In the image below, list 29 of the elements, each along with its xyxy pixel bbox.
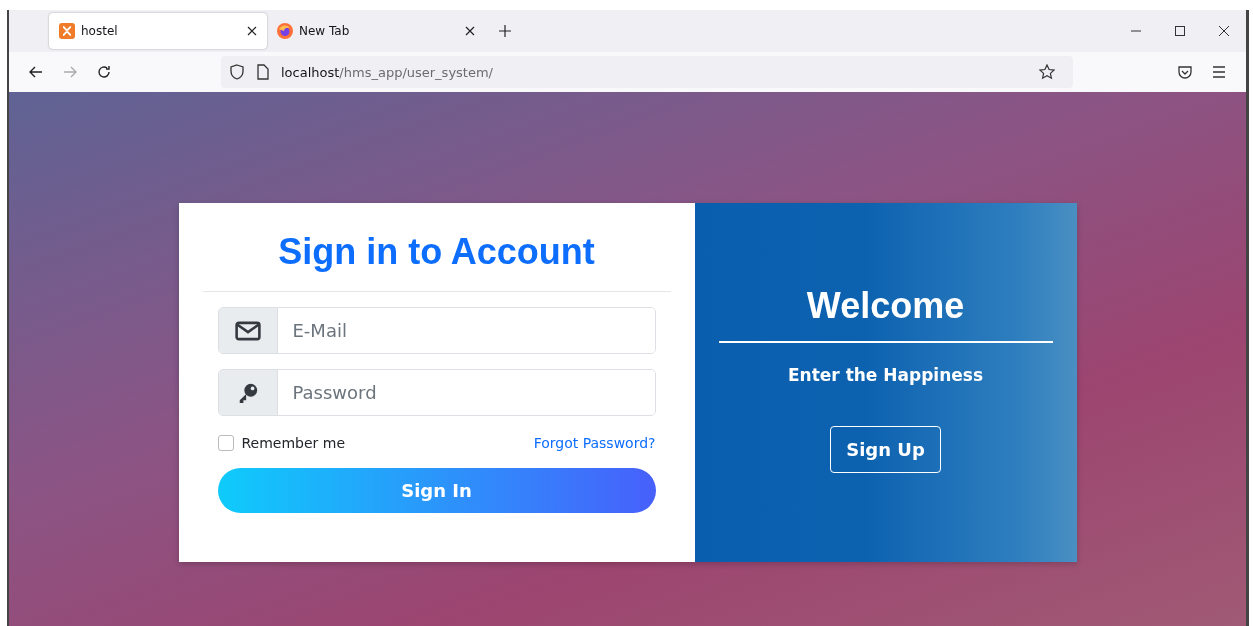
- star-icon[interactable]: [1039, 64, 1055, 80]
- menu-icon[interactable]: [1211, 64, 1227, 80]
- pocket-icon[interactable]: [1177, 64, 1193, 80]
- password-field[interactable]: Password: [217, 369, 656, 416]
- shield-icon: [229, 64, 245, 80]
- back-icon[interactable]: [28, 64, 44, 80]
- url-host: localhost: [281, 64, 340, 80]
- browser-tab[interactable]: hostel: [49, 13, 267, 49]
- email-field[interactable]: E-Mail: [217, 307, 656, 354]
- page-icon: [255, 64, 271, 80]
- new-tab-icon[interactable]: [499, 25, 511, 37]
- close-icon[interactable]: [465, 26, 475, 36]
- forgot-password-link[interactable]: Forgot Password?: [533, 435, 656, 451]
- envelope-icon: [234, 319, 261, 342]
- sign-up-button[interactable]: Sign Up: [830, 426, 941, 473]
- remember-label: Remember me: [241, 435, 346, 451]
- site-icon: [59, 23, 75, 39]
- url-path: /hms_app/user_system/: [339, 64, 493, 80]
- welcome-title: Welcome: [806, 285, 965, 327]
- reload-icon[interactable]: [96, 64, 112, 80]
- maximize-icon[interactable]: [1174, 25, 1186, 37]
- browser-tab[interactable]: New Tab: [267, 13, 485, 49]
- close-icon[interactable]: [247, 26, 257, 36]
- welcome-subtitle: Enter the Happiness: [787, 365, 984, 385]
- address-bar[interactable]: localhost/hms_app/user_system/: [221, 56, 1073, 88]
- browser-logo-icon: [277, 23, 293, 39]
- remember-checkbox[interactable]: [217, 435, 234, 451]
- login-title: Sign in to Account: [278, 231, 595, 273]
- close-icon[interactable]: [1218, 25, 1230, 37]
